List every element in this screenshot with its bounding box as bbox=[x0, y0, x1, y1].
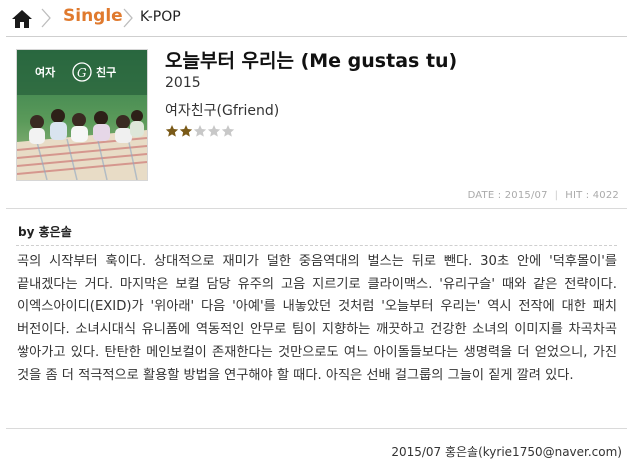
breadcrumb-section[interactable]: Single bbox=[63, 6, 123, 26]
star-empty-icon bbox=[207, 125, 221, 137]
album-year: 2015 bbox=[165, 75, 201, 91]
byline-prefix: by bbox=[18, 225, 35, 239]
star-filled-icon bbox=[165, 125, 179, 137]
breadcrumb-category: K-POP bbox=[140, 9, 181, 25]
svg-text:친구: 친구 bbox=[96, 65, 116, 79]
album-cover-image: 여자 친구 G bbox=[17, 50, 147, 180]
album-title: 오늘부터 우리는 (Me gustas tu) bbox=[165, 50, 458, 72]
meta-separator: | bbox=[554, 190, 559, 201]
post-hits: HIT : 4022 bbox=[565, 190, 619, 201]
svg-text:G: G bbox=[77, 66, 87, 80]
star-filled-icon bbox=[179, 125, 193, 137]
review-text: 곡의 시작부터 훅이다. 상대적으로 재미가 덜한 중음역대의 벌스는 뒤로 뺀… bbox=[17, 254, 617, 383]
divider bbox=[6, 208, 627, 209]
home-icon[interactable] bbox=[11, 9, 33, 29]
chevron-right-icon bbox=[41, 8, 51, 28]
review-signature: 2015/07 홍은솔(kyrie1750@naver.com) bbox=[391, 445, 622, 459]
post-meta: DATE : 2015/07 | HIT : 4022 bbox=[468, 190, 619, 201]
review-author: 홍은솔 bbox=[38, 225, 72, 239]
breadcrumb: Single K-POP bbox=[0, 0, 633, 36]
star-empty-icon bbox=[221, 125, 235, 137]
rating-stars bbox=[165, 124, 235, 140]
dashed-divider bbox=[16, 245, 617, 246]
divider bbox=[6, 36, 627, 37]
post-date: DATE : 2015/07 bbox=[467, 190, 548, 201]
star-empty-icon bbox=[193, 125, 207, 137]
review-byline: by 홍은솔 bbox=[18, 223, 72, 240]
divider bbox=[6, 428, 627, 429]
svg-text:여자: 여자 bbox=[35, 65, 56, 79]
album-cover: 여자 친구 G bbox=[16, 49, 148, 181]
chevron-right-icon bbox=[123, 8, 133, 28]
album-artist: 여자친구(Gfriend) bbox=[165, 103, 280, 119]
